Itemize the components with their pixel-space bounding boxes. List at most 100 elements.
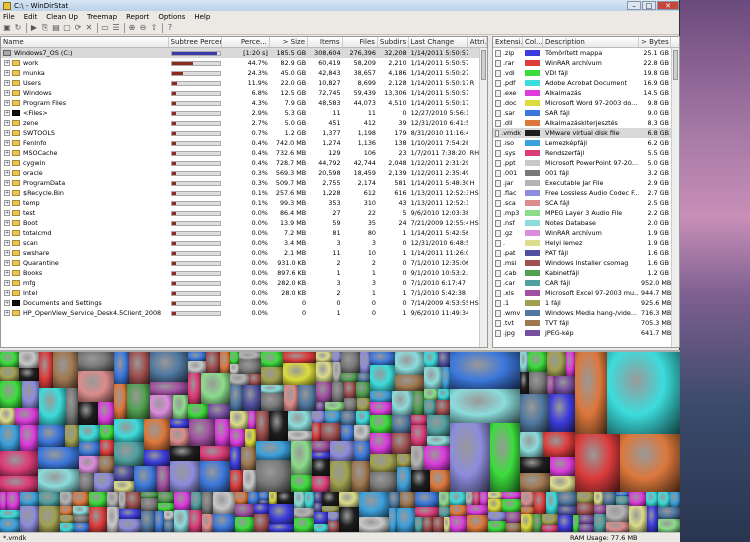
- expand-icon[interactable]: +: [4, 190, 10, 196]
- treemap-tile[interactable]: [316, 402, 325, 411]
- treemap-tile[interactable]: [594, 514, 606, 532]
- treemap-tile[interactable]: [141, 511, 155, 532]
- treemap-tile[interactable]: [520, 352, 528, 372]
- treemap-tile[interactable]: [356, 411, 370, 425]
- treemap-tile[interactable]: [397, 467, 411, 492]
- treemap-tile[interactable]: [359, 492, 389, 517]
- expand-icon[interactable]: +: [4, 310, 10, 316]
- treemap-tile[interactable]: [312, 452, 330, 459]
- treemap-tile[interactable]: [60, 506, 73, 515]
- expand-icon[interactable]: +: [4, 260, 10, 266]
- treemap-tile[interactable]: [188, 361, 206, 373]
- treemap-tile[interactable]: [201, 373, 230, 404]
- treemap-tile[interactable]: [20, 492, 39, 506]
- treemap-tile[interactable]: [114, 419, 144, 442]
- treemap-tile[interactable]: [467, 505, 488, 515]
- treemap-tile[interactable]: [397, 454, 411, 467]
- list-item[interactable]: .msi Windows Installer csomag 1.6 GB: [493, 258, 679, 268]
- list-item[interactable]: .iso Lemezképfájl 6.2 GB: [493, 138, 679, 148]
- treemap-tile[interactable]: [316, 352, 332, 362]
- treemap-tile[interactable]: [357, 398, 370, 411]
- treemap-tile[interactable]: [79, 425, 100, 442]
- list-item[interactable]: .nsf Notes Database 2.0 GB: [493, 218, 679, 228]
- treemap-tile[interactable]: [316, 362, 333, 382]
- treemap-tile[interactable]: [230, 429, 245, 447]
- treemap-tile[interactable]: [78, 352, 114, 371]
- treemap-tile[interactable]: [520, 432, 543, 457]
- expand-icon[interactable]: +: [4, 100, 10, 106]
- treemap-tile[interactable]: [230, 374, 249, 385]
- list-item[interactable]: .sar SAR fájl 9.0 GB: [493, 108, 679, 118]
- treemap-tile[interactable]: [341, 425, 354, 441]
- list-item[interactable]: .car CAR fájl 952.0 MB: [493, 278, 679, 288]
- treemap-tile[interactable]: [114, 352, 129, 384]
- treemap-tile[interactable]: [89, 507, 107, 532]
- treemap-tile[interactable]: [188, 352, 206, 361]
- treemap-tile[interactable]: [424, 400, 436, 415]
- treemap-tile[interactable]: [620, 434, 680, 492]
- treemap-tile[interactable]: [411, 415, 427, 425]
- treemap-tile[interactable]: [579, 515, 594, 524]
- treemap-tile[interactable]: [330, 461, 352, 492]
- treemap-tile[interactable]: [65, 425, 79, 447]
- treemap-tile[interactable]: [344, 382, 356, 398]
- treemap-tile[interactable]: [594, 505, 606, 514]
- treemap-tile[interactable]: [256, 411, 269, 441]
- col-attributes[interactable]: Attri...: [468, 37, 487, 47]
- treemap-tile[interactable]: [60, 515, 74, 523]
- treemap-tile[interactable]: [208, 404, 230, 419]
- maximize-button[interactable]: □: [642, 1, 656, 10]
- col-extension[interactable]: Extensi...: [493, 37, 523, 47]
- treemap-tile[interactable]: [606, 522, 629, 532]
- ext-scroll-thumb[interactable]: [673, 50, 678, 80]
- treemap-tile[interactable]: [543, 432, 575, 457]
- table-row[interactable]: + Documents and Settings 0.0% 0 0 0 0 7/14/2009…: [1, 298, 487, 308]
- treemap-tile[interactable]: [283, 363, 316, 385]
- treemap-tile[interactable]: [603, 492, 616, 505]
- treemap-tile[interactable]: [20, 506, 39, 532]
- treemap-tile[interactable]: [38, 447, 79, 469]
- treemap-tile[interactable]: [339, 492, 359, 507]
- list-item[interactable]: .vdi VDI fájl 19.8 GB: [493, 68, 679, 78]
- list-item[interactable]: .dll Alkalmazáskiterjesztés 8.3 GB: [493, 118, 679, 128]
- col-last-change[interactable]: Last Change: [409, 37, 468, 47]
- col-bytes[interactable]: > Bytes: [639, 37, 671, 47]
- menu-edit[interactable]: Edit: [24, 13, 38, 21]
- treemap-tile[interactable]: [230, 385, 243, 411]
- treemap-tile[interactable]: [606, 505, 629, 522]
- copy-icon[interactable]: ⎘: [40, 23, 50, 33]
- treemap-tile[interactable]: [0, 451, 38, 476]
- table-row[interactable]: + <Files> 2.9% 5.3 GB 11 11 012/27/2010 5:56:1…: [1, 108, 487, 118]
- treemap-tile[interactable]: [261, 393, 284, 411]
- treemap-tile[interactable]: [230, 411, 248, 429]
- treemap-tile[interactable]: [79, 473, 94, 492]
- treemap-tile[interactable]: [89, 492, 107, 507]
- table-row[interactable]: + swshare 0.0% 2.1 MB 11 10 11/14/2011 11:26:0…: [1, 248, 487, 258]
- treemap-tile[interactable]: [189, 419, 215, 446]
- treemap-tile[interactable]: [547, 352, 566, 376]
- treemap-tile[interactable]: [321, 423, 341, 441]
- expand-icon[interactable]: +: [4, 160, 10, 166]
- close-button[interactable]: ✕: [657, 1, 679, 10]
- table-row[interactable]: + ProgramData 0.3% 509.7 MB 2,755 2,174 581 1/1…: [1, 178, 487, 188]
- table-row[interactable]: + test 0.0% 86.4 MB 27 22 59/6/2010 12:03:38 .…: [1, 208, 487, 218]
- treemap-tile[interactable]: [550, 476, 575, 492]
- treemap-tile[interactable]: [549, 394, 575, 432]
- treemap-tile[interactable]: [314, 524, 328, 532]
- table-row[interactable]: + FenInfo 0.4% 742.0 MB 1,274 1,136 138 1/10/20…: [1, 138, 487, 148]
- treemap-tile[interactable]: [333, 362, 341, 382]
- ext-scrollbar[interactable]: [671, 48, 679, 347]
- treemap-tile[interactable]: [144, 419, 170, 450]
- treemap-tile[interactable]: [415, 492, 439, 507]
- list-item[interactable]: .sys Rendszerfájl 5.5 GB: [493, 148, 679, 158]
- treemap-tile[interactable]: [332, 382, 344, 402]
- treemap-tile[interactable]: [7, 492, 20, 510]
- treemap-tile[interactable]: [370, 391, 392, 402]
- treemap-tile[interactable]: [200, 461, 230, 492]
- zoom-out-icon[interactable]: ⊖: [138, 23, 148, 33]
- treemap-tile[interactable]: [616, 496, 629, 505]
- expand-icon[interactable]: +: [4, 130, 10, 136]
- treemap-tile[interactable]: [658, 507, 680, 519]
- treemap-tile[interactable]: [341, 373, 358, 382]
- list-item[interactable]: .vmdk VMware virtual disk file 6.8 GB: [493, 128, 679, 138]
